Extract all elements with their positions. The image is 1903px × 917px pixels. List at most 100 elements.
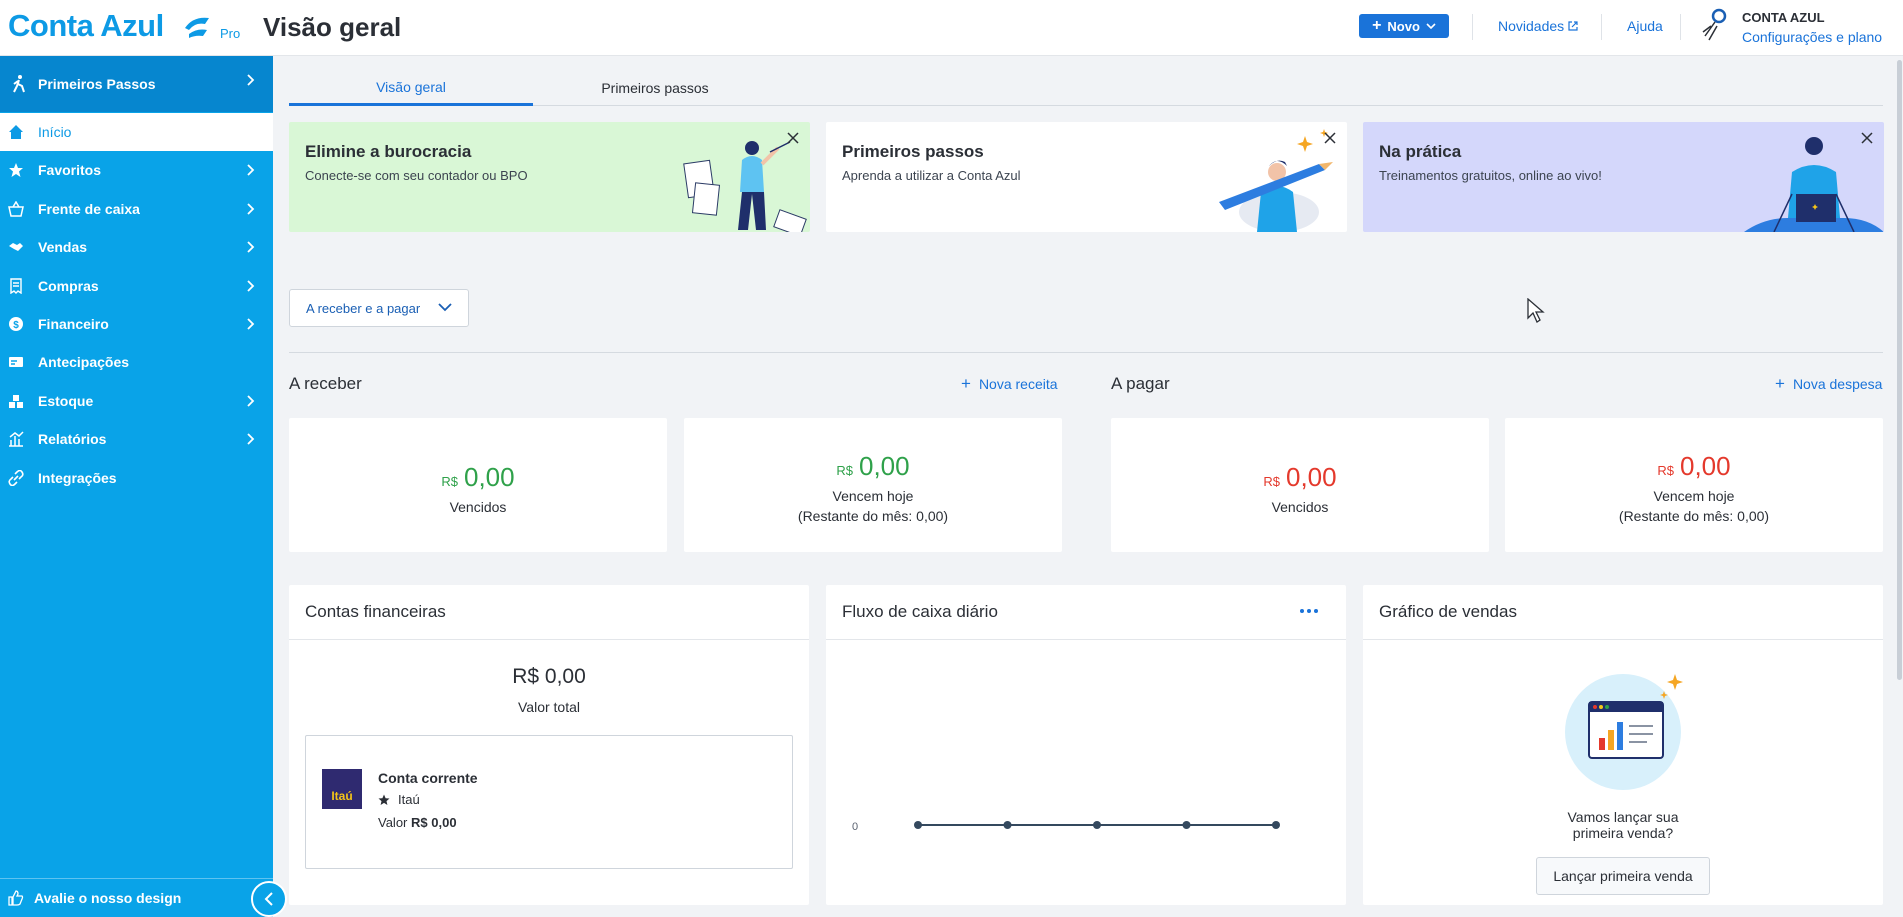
sidebar-item-label: Financeiro — [38, 316, 109, 332]
sales-empty-text: Vamos lançar sua primeira venda? — [1363, 809, 1883, 841]
payable-overdue-card[interactable]: R$ 0,00 Vencidos — [1111, 418, 1489, 552]
close-icon[interactable] — [1323, 131, 1337, 145]
sidebar-item-label: Favoritos — [38, 162, 102, 179]
sidebar-item-relatorios[interactable]: Relatórios — [0, 420, 273, 458]
chevron-down-icon — [1426, 23, 1436, 29]
bank-account-item[interactable]: Itaú Conta corrente Itaú Valor R$ 0,00 — [305, 735, 793, 869]
tab-first-steps[interactable]: Primeiros passos — [533, 70, 777, 106]
cashflow-chart — [914, 821, 1280, 829]
receivable-overdue-card[interactable]: R$ 0,00 Vencidos — [289, 418, 667, 552]
app-logo[interactable]: Conta Azul — [8, 8, 164, 44]
new-income-link[interactable]: + Nova receita — [961, 374, 1058, 393]
sales-chart-illustration — [1565, 674, 1683, 790]
help-link[interactable]: Ajuda — [1627, 18, 1663, 34]
promo-card[interactable]: Primeiros passos Aprenda a utilizar a Co… — [826, 122, 1347, 232]
amount-label: Vencem hoje — [1653, 488, 1735, 504]
rocket-icon[interactable] — [1697, 6, 1731, 46]
header-divider — [1680, 14, 1681, 40]
sidebar-first-steps-label: Primeiros Passos — [38, 76, 156, 92]
boxes-icon — [8, 393, 24, 409]
rate-design-label: Avalie o nosso design — [34, 890, 182, 906]
amount-label: Vencidos — [1271, 499, 1329, 515]
walking-person-icon — [13, 75, 25, 93]
close-icon[interactable] — [786, 131, 800, 145]
receivable-today-card[interactable]: R$ 0,00 Vencem hoje (Restante do mês: 0,0… — [684, 418, 1062, 552]
page-scrollbar[interactable] — [1897, 60, 1902, 680]
news-link[interactable]: Novidades — [1498, 18, 1578, 34]
promo-text: Conecte-se com seu contador ou BPO — [305, 168, 528, 183]
plus-icon: + — [1775, 374, 1785, 393]
sales-card-title: Gráfico de vendas — [1363, 585, 1883, 640]
settings-link[interactable]: Configurações e plano — [1742, 29, 1882, 45]
chevron-right-icon — [247, 241, 255, 253]
section-divider — [289, 352, 1883, 353]
sidebar-item-inicio[interactable]: Início — [0, 113, 273, 151]
currency-symbol: R$ — [1263, 474, 1280, 489]
cashflow-point[interactable] — [1093, 821, 1101, 829]
chevron-right-icon — [247, 318, 255, 330]
promo-title: Na prática — [1379, 142, 1462, 161]
new-button[interactable]: + Novo — [1359, 14, 1449, 38]
chevron-left-icon — [264, 892, 273, 906]
receipt-icon — [8, 277, 24, 294]
plus-icon: + — [961, 374, 971, 393]
payable-today-card[interactable]: R$ 0,00 Vencem hoje (Restante do mês: 0,0… — [1505, 418, 1883, 552]
sidebar-first-steps[interactable]: Primeiros Passos — [0, 56, 273, 112]
close-icon[interactable] — [1860, 131, 1874, 145]
chart-icon — [8, 431, 24, 447]
first-sale-button[interactable]: Lançar primeira venda — [1536, 857, 1710, 895]
collapse-sidebar-button[interactable] — [251, 881, 287, 917]
tab-overview[interactable]: Visão geral — [289, 70, 533, 106]
cashflow-point[interactable] — [1272, 821, 1280, 829]
payable-title: A pagar — [1111, 374, 1170, 393]
dollar-icon: $ — [8, 316, 24, 332]
chevron-down-icon — [438, 303, 452, 312]
currency-symbol: R$ — [1657, 463, 1674, 478]
svg-text:$: $ — [13, 320, 19, 331]
account-value: Valor R$ 0,00 — [378, 815, 457, 830]
sidebar-item-estoque[interactable]: Estoque — [0, 382, 273, 420]
cashflow-point[interactable] — [1003, 821, 1012, 829]
chevron-right-icon — [247, 203, 255, 215]
sidebar-item-label: Início — [38, 124, 72, 140]
chevron-right-icon — [247, 74, 255, 86]
thumbs-up-icon — [8, 890, 24, 906]
new-income-label: Nova receita — [978, 376, 1058, 392]
mouse-cursor-icon — [1527, 298, 1545, 323]
account-name: Conta corrente — [378, 770, 478, 786]
sidebar-item-financeiro[interactable]: $ Financeiro — [0, 305, 273, 343]
sidebar-item-integracoes[interactable]: Integrações — [0, 459, 273, 497]
new-expense-link[interactable]: + Nova despesa — [1775, 374, 1882, 393]
sidebar-item-antecipacoes[interactable]: Antecipações — [0, 343, 273, 381]
sidebar-item-label: Frente de caixa — [38, 200, 140, 217]
new-button-label: Novo — [1387, 18, 1420, 34]
chevron-right-icon — [247, 433, 255, 445]
account-bank: Itaú — [378, 792, 420, 807]
link-icon — [8, 469, 24, 486]
accounts-total-label: Valor total — [518, 699, 580, 715]
header-divider — [1472, 14, 1473, 40]
sales-empty-message: Vamos lançar sua primeira venda? — [1567, 809, 1679, 841]
card-icon — [8, 354, 24, 370]
page-title: Visão geral — [263, 12, 402, 42]
cashflow-point[interactable] — [1182, 821, 1191, 829]
accounts-card: Contas financeiras R$ 0,00 Valor total I… — [289, 585, 809, 905]
sidebar: Primeiros Passos Início Favoritos Frente d… — [0, 56, 273, 917]
cashflow-point[interactable] — [914, 821, 922, 829]
sidebar-item-vendas[interactable]: Vendas — [0, 228, 273, 266]
accounts-card-title: Contas financeiras — [289, 585, 809, 640]
rate-design-link[interactable]: Avalie o nosso design — [0, 878, 273, 917]
sidebar-item-frente-de-caixa[interactable]: Frente de caixa — [0, 190, 273, 228]
amount-value: 0,00 — [1680, 451, 1731, 481]
receivable-title: A receber — [289, 374, 362, 393]
remaining-month: (Restante do mês: 0,00) — [797, 508, 949, 524]
promo-card[interactable]: Na prática Treinamentos gratuitos, onlin… — [1363, 122, 1884, 232]
promo-card[interactable]: Elimine a burocracia Conecte-se com seu … — [289, 122, 810, 232]
receivable-payable-filter[interactable]: A receber e a pagar — [289, 289, 469, 327]
sidebar-item-label: Estoque — [38, 392, 94, 409]
sidebar-item-label: Antecipações — [38, 354, 130, 371]
sidebar-item-favoritos[interactable]: Favoritos — [0, 151, 273, 189]
sidebar-item-compras[interactable]: Compras — [0, 267, 273, 305]
external-link-icon — [1568, 21, 1578, 31]
star-icon — [378, 794, 390, 805]
